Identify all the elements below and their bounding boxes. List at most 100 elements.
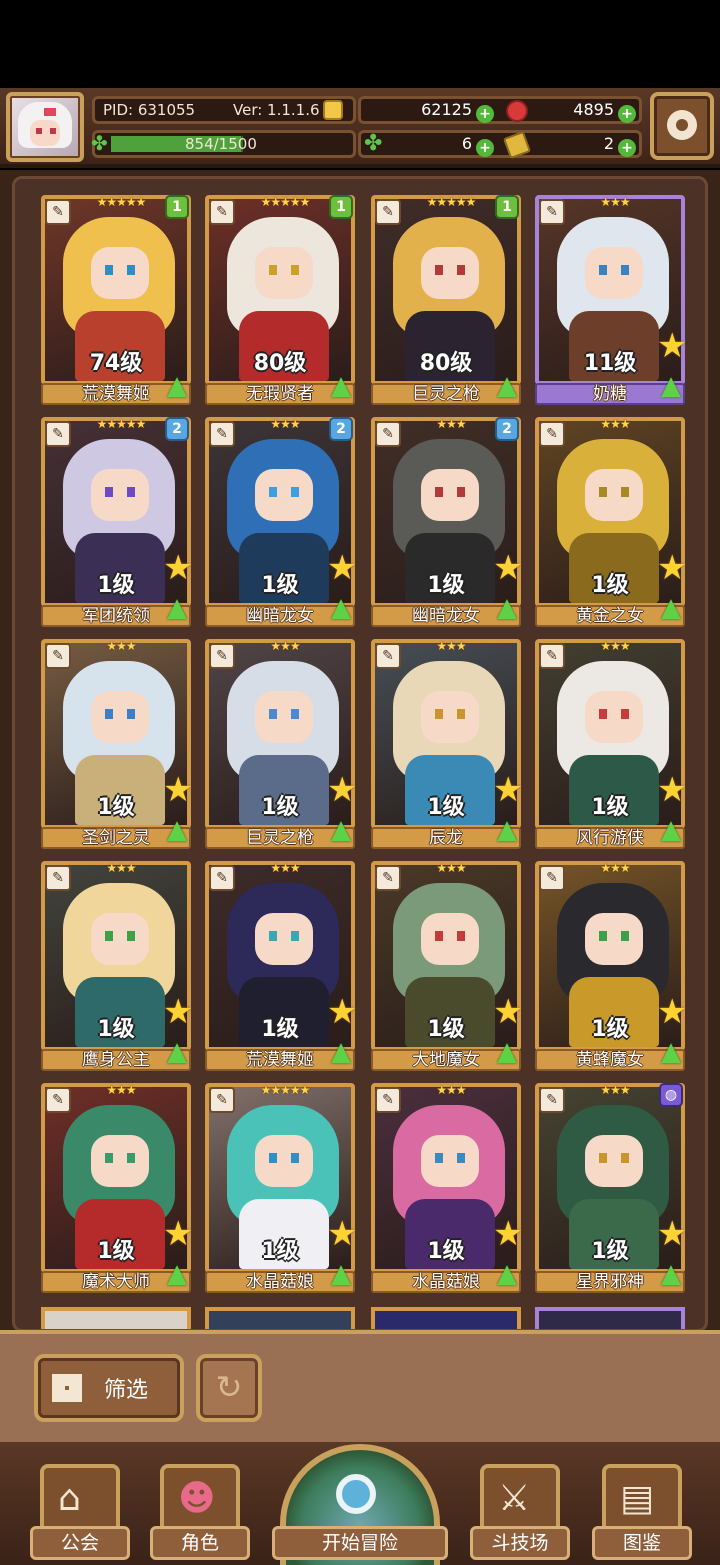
class-icon: ✎ (45, 643, 71, 669)
add-clover-icon[interactable]: + (476, 139, 494, 157)
upgrade-arrow-icon: ▲ (167, 1259, 187, 1289)
portrait-eye (599, 487, 607, 497)
rarity-stars: ★★★ (436, 861, 466, 875)
portrait-face (585, 247, 643, 299)
rarity-stars: ★★★ (600, 1083, 630, 1097)
avatar-eye-left (36, 128, 42, 134)
clover-counter[interactable]: 6 + (366, 130, 494, 158)
rarity-stars: ★★★ (600, 639, 630, 653)
portrait-eye (269, 487, 277, 497)
portrait-eye (435, 487, 443, 497)
player-avatar[interactable] (6, 92, 84, 162)
character-card[interactable]: ✎ ★★★ 1级 ★ 荒漠舞姬 ▲ (205, 861, 357, 1071)
portrait-eye (457, 265, 465, 275)
rarity-stars: ★★★ (270, 861, 300, 875)
class-icon: ✎ (209, 421, 235, 447)
portrait-eye (621, 931, 629, 941)
add-gem-icon[interactable]: + (618, 105, 636, 123)
portrait-face (421, 913, 479, 965)
upgrade-arrow-icon: ▲ (661, 815, 681, 845)
character-card[interactable]: ✎ ★★★ 1级 ★ 黄蜂魔女 ▲ (535, 861, 687, 1071)
star-up-icon: ★ (163, 770, 194, 810)
portrait-eye (621, 265, 629, 275)
character-card[interactable]: ✎ ★★★ 1级 ★ 辰龙 ▲ (371, 639, 523, 849)
upgrade-arrow-icon: ▲ (497, 593, 517, 623)
upgrade-arrow-icon: ▲ (331, 371, 351, 401)
settings-button[interactable] (650, 92, 714, 160)
portrait-face (421, 247, 479, 299)
partial-card[interactable] (535, 1307, 685, 1329)
character-card[interactable]: ✎ ★★★ 11级 ★ 奶糖 ▲ (535, 195, 687, 405)
character-card[interactable]: ✎ ★★★★★ 2 1级 ★ 军团统领 ▲ (41, 417, 193, 627)
character-card[interactable]: ✎ ★★★★★ 1 74级 荒漠舞姬 ▲ (41, 195, 191, 405)
upgrade-arrow-icon: ▲ (661, 371, 681, 401)
nav-characters[interactable]: ☻ 角色 (150, 1464, 250, 1564)
star-up-icon: ★ (657, 992, 688, 1032)
upgrade-arrow-icon: ▲ (497, 1037, 517, 1067)
gold-counter[interactable]: 62125 + (366, 96, 494, 124)
crossed-swords-icon: ⚔ (498, 1478, 531, 1519)
ticket-counter[interactable]: 2 + (520, 130, 636, 158)
character-card[interactable]: ✎ ★★★ 2 1级 ★ 幽暗龙女 ▲ (371, 417, 523, 627)
character-card[interactable]: ✎ ★★★ 1级 ★ 水晶菇娘 ▲ (371, 1083, 523, 1293)
upgrade-arrow-icon: ▲ (497, 371, 517, 401)
portrait-eye (127, 709, 135, 719)
upgrade-arrow-icon: ▲ (331, 1259, 351, 1289)
nav-guild[interactable]: ⌂ 公会 (30, 1464, 130, 1564)
portrait-face (91, 691, 149, 743)
portrait-eye (127, 265, 135, 275)
upgrade-arrow-icon: ▲ (497, 815, 517, 845)
rarity-stars: ★★★★★ (260, 1083, 311, 1097)
add-gold-icon[interactable]: + (476, 105, 494, 123)
character-card[interactable]: ✎ ★★★★★ 1级 ★ 水晶菇娘 ▲ (205, 1083, 357, 1293)
partial-card[interactable] (205, 1307, 355, 1329)
character-card[interactable]: ✎ ★★★ 1级 ★ 魔术大师 ▲ (41, 1083, 193, 1293)
refresh-button[interactable]: ↻ (196, 1354, 262, 1422)
filter-button[interactable]: 筛选 (34, 1354, 184, 1422)
partial-card[interactable] (41, 1307, 191, 1329)
gold-amount: 62125 (421, 100, 472, 119)
character-card[interactable]: ✎ ★★★ ◍ 1级 ★ 星界邪神 ▲ (535, 1083, 687, 1293)
rarity-stars: ★★★★★ (426, 195, 477, 209)
add-ticket-icon[interactable]: + (618, 139, 636, 157)
character-card[interactable]: ✎ ★★★★★ 1 80级 无瑕贤者 ▲ (205, 195, 355, 405)
rarity-stars: ★★★★★ (96, 195, 147, 209)
nav-adventure[interactable]: 开始冒险 (272, 1442, 448, 1565)
gem-counter[interactable]: 4895 + (520, 96, 636, 124)
nav-adventure-label: 开始冒险 (272, 1526, 448, 1560)
status-bar-area (0, 0, 720, 88)
class-icon: ✎ (539, 643, 565, 669)
character-card[interactable]: ✎ ★★★ 1级 ★ 大地魔女 ▲ (371, 861, 523, 1071)
partial-card[interactable] (371, 1307, 521, 1329)
bottom-navigation: ⌂ 公会 ☻ 角色 开始冒险 ⚔ 斗技场 ▤ 图鉴 (0, 1442, 720, 1565)
rarity-stars: ★★★ (436, 1083, 466, 1097)
nav-arena-label: 斗技场 (470, 1526, 570, 1560)
clover-amount: 6 (461, 134, 472, 153)
class-icon: ✎ (209, 199, 235, 225)
nav-arena[interactable]: ⚔ 斗技场 (470, 1464, 570, 1564)
star-up-icon: ★ (657, 548, 688, 588)
character-card[interactable]: ✎ ★★★ 1级 ★ 圣剑之灵 ▲ (41, 639, 193, 849)
character-card[interactable]: ✎ ★★★ 2 1级 ★ 幽暗龙女 ▲ (205, 417, 357, 627)
portrait-eye (269, 931, 277, 941)
star-up-icon: ★ (657, 326, 688, 366)
portrait-eye (621, 709, 629, 719)
character-card[interactable]: ✎ ★★★ 1级 ★ 风行游侠 ▲ (535, 639, 687, 849)
star-up-icon: ★ (657, 770, 688, 810)
portrait-eye (105, 265, 113, 275)
nav-codex[interactable]: ▤ 图鉴 (592, 1464, 692, 1564)
class-icon: ✎ (375, 421, 401, 447)
character-card[interactable]: ✎ ★★★ 1级 ★ 巨灵之枪 ▲ (205, 639, 357, 849)
experience-bar: ✤ 854/1500 (91, 130, 356, 158)
portrait-face (255, 469, 313, 521)
character-card[interactable]: ✎ ★★★ 1级 ★ 鹰身公主 ▲ (41, 861, 193, 1071)
star-up-icon: ★ (327, 548, 358, 588)
rarity-stars: ★★★ (106, 639, 136, 653)
character-card[interactable]: ✎ ★★★★★ 1 80级 巨灵之枪 ▲ (371, 195, 521, 405)
clover-icon: ✤ (91, 131, 108, 155)
character-card[interactable]: ✎ ★★★ 1级 ★ 黄金之女 ▲ (535, 417, 687, 627)
star-up-icon: ★ (493, 992, 524, 1032)
guild-building-icon: ⌂ (58, 1478, 81, 1519)
upgrade-arrow-icon: ▲ (661, 1259, 681, 1289)
portrait-face (91, 469, 149, 521)
